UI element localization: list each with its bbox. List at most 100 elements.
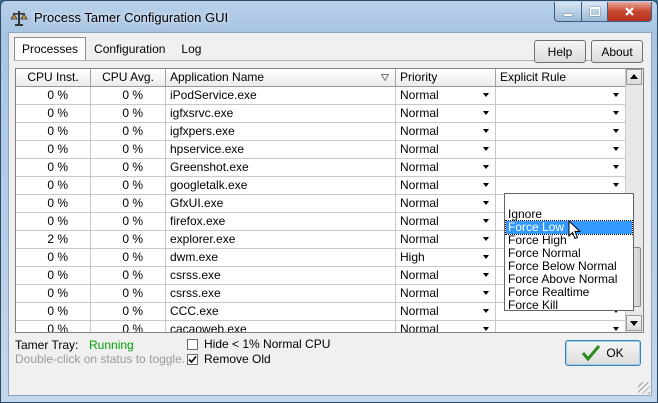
explicit-rule-select[interactable] [496,159,626,176]
close-button[interactable] [608,2,652,22]
green-check-icon [582,345,601,361]
tab-configuration[interactable]: Configuration [86,37,173,61]
priority-select-text: Normal [400,232,439,246]
priority-select[interactable]: Normal [396,87,496,104]
priority-select[interactable]: Normal [396,213,496,230]
header-priority[interactable]: Priority [396,69,496,86]
priority-select[interactable]: Normal [396,159,496,176]
ok-button[interactable]: OK [565,340,641,366]
explicit-rule-select[interactable] [496,321,626,332]
explicit-rule-select[interactable] [496,141,626,158]
priority-select[interactable]: Normal [396,267,496,284]
application-name-cell: googletalk.exe [166,177,396,194]
cpu-inst-cell-text: 0 % [47,88,68,102]
application-name-cell-text: hpservice.exe [170,142,245,156]
explicit-rule-select[interactable] [496,123,626,140]
cpu-avg-cell: 0 % [91,303,166,320]
priority-select-text: Normal [400,304,439,318]
tray-status[interactable]: Running [89,338,134,352]
application-name-cell-text: CCC.exe [170,304,219,318]
table-row[interactable]: 0 % 0 % iPodService.exe Normal [16,87,626,105]
priority-select[interactable]: High [396,249,496,266]
table-header: CPU Inst. CPU Avg. Application Name Prio… [16,69,626,87]
cpu-avg-cell-text: 0 % [122,88,143,102]
dropdown-arrow-icon [483,309,489,313]
explicit-rule-select[interactable] [496,87,626,104]
cpu-avg-cell-text: 0 % [122,178,143,192]
cpu-inst-cell: 0 % [16,303,91,320]
table-row[interactable]: 0 % 0 % Greenshot.exe Normal [16,159,626,177]
table-row[interactable]: 0 % 0 % igfxpers.exe Normal [16,123,626,141]
maximize-icon [589,7,600,16]
priority-select[interactable]: Normal [396,105,496,122]
application-name-cell: explorer.exe [166,231,396,248]
hide-low-cpu-checkbox[interactable] [187,339,198,350]
table-row[interactable]: 0 % 0 % cacaoweb.exe Normal [16,321,626,333]
rule-option-force-kill[interactable]: Force Kill [506,299,632,312]
dropdown-arrow-icon [483,147,489,151]
cpu-avg-cell: 0 % [91,177,166,194]
cpu-inst-cell-text: 0 % [47,160,68,174]
cpu-inst-cell: 0 % [16,123,91,140]
remove-old-checkbox[interactable] [187,354,198,365]
title-bar[interactable]: Process Tamer Configuration GUI [1,1,657,33]
ok-button-label: OK [606,346,624,360]
priority-select[interactable]: Normal [396,141,496,158]
cpu-avg-cell: 0 % [91,213,166,230]
help-button[interactable]: Help [534,40,586,63]
cpu-inst-cell-text: 0 % [47,214,68,228]
hide-low-cpu-label[interactable]: Hide < 1% Normal CPU [204,337,330,351]
minimize-button[interactable] [554,2,582,22]
cpu-inst-cell: 0 % [16,267,91,284]
cpu-inst-cell-text: 0 % [47,124,68,138]
priority-select[interactable]: Normal [396,231,496,248]
cpu-avg-cell-text: 0 % [122,196,143,210]
priority-select[interactable]: Normal [396,177,496,194]
header-explicit-rule[interactable]: Explicit Rule [496,69,626,86]
cpu-avg-cell-text: 0 % [122,268,143,282]
explicit-rule-select[interactable] [496,105,626,122]
dropdown-arrow-icon [613,327,619,331]
cpu-inst-cell: 0 % [16,87,91,104]
dropdown-arrow-icon [483,183,489,187]
priority-select[interactable]: Normal [396,195,496,212]
cpu-inst-cell: 0 % [16,195,91,212]
remove-old-label[interactable]: Remove Old [204,352,271,366]
table-row[interactable]: 0 % 0 % hpservice.exe Normal [16,141,626,159]
resize-grip[interactable] [638,382,650,394]
tab-processes[interactable]: Processes [14,37,87,60]
dropdown-arrow-icon [613,111,619,115]
cpu-avg-cell-text: 0 % [122,322,143,333]
priority-select[interactable]: Normal [396,303,496,320]
scroll-up-button[interactable] [626,69,642,85]
explicit-rule-select[interactable] [496,177,626,194]
cpu-inst-cell-text: 0 % [47,106,68,120]
about-button[interactable]: About [591,40,643,63]
cpu-avg-cell-text: 0 % [122,232,143,246]
cpu-avg-cell: 0 % [91,141,166,158]
priority-select[interactable]: Normal [396,285,496,302]
priority-select-text: Normal [400,88,439,102]
tab-log[interactable]: Log [173,37,209,61]
scroll-up-icon [630,74,638,79]
header-cpu-inst[interactable]: CPU Inst. [16,69,91,86]
cpu-inst-cell-text: 0 % [47,286,68,300]
minimize-icon [564,13,572,16]
priority-select[interactable]: Normal [396,123,496,140]
priority-select[interactable]: Normal [396,321,496,332]
priority-select-text: Normal [400,160,439,174]
priority-select-text: Normal [400,106,439,120]
maximize-button[interactable] [582,2,608,22]
scroll-down-button[interactable] [626,315,642,331]
explicit-rule-dropdown: Ignore Force Low Force High Force Normal For… [504,193,634,312]
dropdown-arrow-icon [483,165,489,169]
dropdown-arrow-icon [483,327,489,331]
header-application-name[interactable]: Application Name [166,69,396,86]
application-name-cell: csrss.exe [166,285,396,302]
priority-select-text: Normal [400,178,439,192]
table-row[interactable]: 0 % 0 % igfxsrvc.exe Normal [16,105,626,123]
cpu-avg-cell-text: 0 % [122,160,143,174]
header-cpu-avg[interactable]: CPU Avg. [91,69,166,86]
cpu-inst-cell: 0 % [16,105,91,122]
application-name-cell-text: firefox.exe [170,214,226,228]
